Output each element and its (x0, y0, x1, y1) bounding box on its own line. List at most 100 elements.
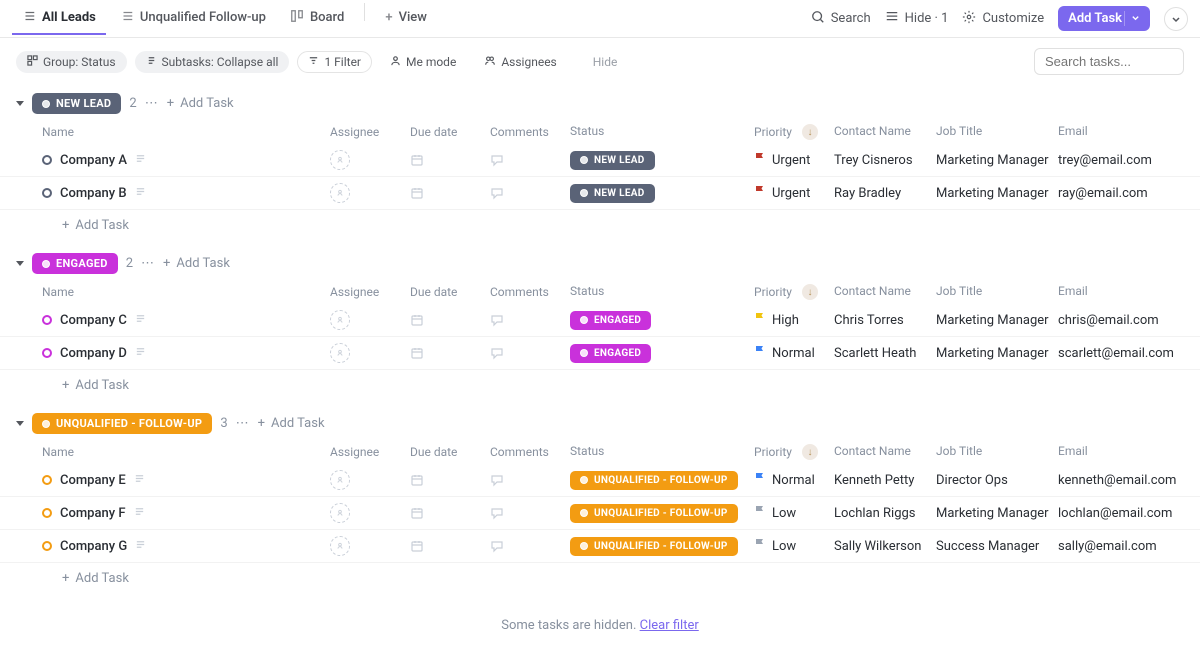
contact-name[interactable]: Kenneth Petty (834, 473, 936, 488)
col-contact[interactable]: Contact Name (834, 124, 936, 140)
contact-name[interactable]: Scarlett Heath (834, 346, 936, 361)
col-job-title[interactable]: Job Title (936, 124, 1058, 140)
calendar-icon[interactable] (410, 153, 424, 167)
tab-unqualified[interactable]: Unqualified Follow-up (110, 3, 276, 35)
priority-flag[interactable] (754, 185, 766, 201)
job-title[interactable]: Marketing Manager (936, 153, 1058, 168)
priority-flag[interactable] (754, 345, 766, 361)
group-add-task[interactable]: + Add Task (163, 256, 230, 271)
task-name[interactable]: Company B (60, 186, 127, 201)
col-priority[interactable]: Priority↓ (754, 444, 834, 460)
email[interactable]: chris@email.com (1058, 313, 1184, 328)
contact-name[interactable]: Sally Wilkerson (834, 539, 936, 554)
group-add-task[interactable]: + Add Task (258, 416, 325, 431)
task-row[interactable]: Company A NEW LEAD Urgent Trey Cisneros … (0, 144, 1200, 177)
col-status[interactable]: Status (570, 284, 754, 300)
assignee-add-icon[interactable] (330, 503, 350, 523)
status-pill[interactable]: UNQUALIFIED - FOLLOW-UP (570, 537, 738, 556)
filter-chip[interactable]: 1 Filter (297, 51, 372, 73)
group-status-pill[interactable]: ENGAGED (32, 253, 118, 274)
tab-board[interactable]: Board (280, 3, 354, 35)
email[interactable]: lochlan@email.com (1058, 506, 1184, 521)
col-comments[interactable]: Comments (490, 444, 570, 460)
col-due-date[interactable]: Due date (410, 444, 490, 460)
contact-name[interactable]: Trey Cisneros (834, 153, 936, 168)
priority-flag[interactable] (754, 505, 766, 521)
group-status-pill[interactable]: NEW LEAD (32, 93, 121, 114)
priority-flag[interactable] (754, 538, 766, 554)
col-contact[interactable]: Contact Name (834, 284, 936, 300)
job-title[interactable]: Marketing Manager (936, 346, 1058, 361)
col-contact[interactable]: Contact Name (834, 444, 936, 460)
sort-indicator-icon[interactable]: ↓ (802, 284, 818, 300)
task-row[interactable]: Company F UNQUALIFIED - FOLLOW-UP Low Lo… (0, 497, 1200, 530)
task-row[interactable]: Company G UNQUALIFIED - FOLLOW-UP Low Sa… (0, 530, 1200, 563)
status-pill[interactable]: NEW LEAD (570, 151, 655, 170)
col-assignee[interactable]: Assignee (330, 444, 410, 460)
job-title[interactable]: Director Ops (936, 473, 1058, 488)
status-dot-icon[interactable] (42, 155, 52, 165)
add-task-row[interactable]: + Add Task (0, 370, 1200, 401)
add-task-button[interactable]: Add Task (1058, 6, 1150, 31)
status-dot-icon[interactable] (42, 188, 52, 198)
assignee-add-icon[interactable] (330, 150, 350, 170)
comment-icon[interactable] (490, 506, 504, 520)
contact-name[interactable]: Lochlan Riggs (834, 506, 936, 521)
subtasks-icon[interactable] (135, 346, 146, 360)
group-more-icon[interactable]: ⋯ (141, 256, 155, 271)
col-status[interactable]: Status (570, 124, 754, 140)
col-due-date[interactable]: Due date (410, 284, 490, 300)
search-tasks-input[interactable] (1034, 48, 1184, 75)
add-task-row[interactable]: + Add Task (0, 563, 1200, 594)
sort-indicator-icon[interactable]: ↓ (802, 124, 818, 140)
task-row[interactable]: Company E UNQUALIFIED - FOLLOW-UP Normal… (0, 464, 1200, 497)
task-name[interactable]: Company F (60, 506, 126, 521)
me-mode-toggle[interactable]: Me mode (380, 52, 466, 72)
status-dot-icon[interactable] (42, 348, 52, 358)
priority-flag[interactable] (754, 152, 766, 168)
col-due-date[interactable]: Due date (410, 124, 490, 140)
status-dot-icon[interactable] (42, 508, 52, 518)
job-title[interactable]: Marketing Manager (936, 313, 1058, 328)
calendar-icon[interactable] (410, 539, 424, 553)
group-add-task[interactable]: + Add Task (167, 96, 234, 111)
col-job-title[interactable]: Job Title (936, 444, 1058, 460)
subtasks-icon[interactable] (135, 539, 146, 553)
col-assignee[interactable]: Assignee (330, 124, 410, 140)
group-status-pill[interactable]: UNQUALIFIED - FOLLOW-UP (32, 413, 212, 434)
subtasks-icon[interactable] (134, 473, 145, 487)
priority-flag[interactable] (754, 312, 766, 328)
calendar-icon[interactable] (410, 313, 424, 327)
col-assignee[interactable]: Assignee (330, 284, 410, 300)
more-menu-button[interactable] (1164, 7, 1188, 31)
tab-add-view[interactable]: + View (375, 3, 437, 35)
add-task-row[interactable]: + Add Task (0, 210, 1200, 241)
task-name[interactable]: Company E (60, 473, 126, 488)
status-pill[interactable]: ENGAGED (570, 344, 651, 363)
calendar-icon[interactable] (410, 186, 424, 200)
hide-columns-button[interactable]: Hide · 1 (885, 10, 949, 28)
col-name[interactable]: Name (42, 284, 330, 300)
search-button[interactable]: Search (811, 10, 871, 28)
col-status[interactable]: Status (570, 444, 754, 460)
task-row[interactable]: Company C ENGAGED High Chris Torres Mark… (0, 304, 1200, 337)
email[interactable]: ray@email.com (1058, 186, 1184, 201)
task-name[interactable]: Company D (60, 346, 127, 361)
group-more-icon[interactable]: ⋯ (236, 416, 250, 431)
task-name[interactable]: Company G (60, 539, 127, 554)
task-row[interactable]: Company D ENGAGED Normal Scarlett Heath … (0, 337, 1200, 370)
group-more-icon[interactable]: ⋯ (145, 96, 159, 111)
assignee-add-icon[interactable] (330, 183, 350, 203)
status-pill[interactable]: ENGAGED (570, 311, 651, 330)
col-email[interactable]: Email (1058, 444, 1184, 460)
col-comments[interactable]: Comments (490, 124, 570, 140)
tab-all-leads[interactable]: All Leads (12, 3, 106, 35)
collapse-toggle-icon[interactable] (16, 101, 24, 106)
subtasks-icon[interactable] (135, 313, 146, 327)
email[interactable]: scarlett@email.com (1058, 346, 1184, 361)
comment-icon[interactable] (490, 313, 504, 327)
subtasks-icon[interactable] (134, 506, 145, 520)
customize-button[interactable]: Customize (962, 10, 1044, 28)
task-row[interactable]: Company B NEW LEAD Urgent Ray Bradley Ma… (0, 177, 1200, 210)
comment-icon[interactable] (490, 539, 504, 553)
